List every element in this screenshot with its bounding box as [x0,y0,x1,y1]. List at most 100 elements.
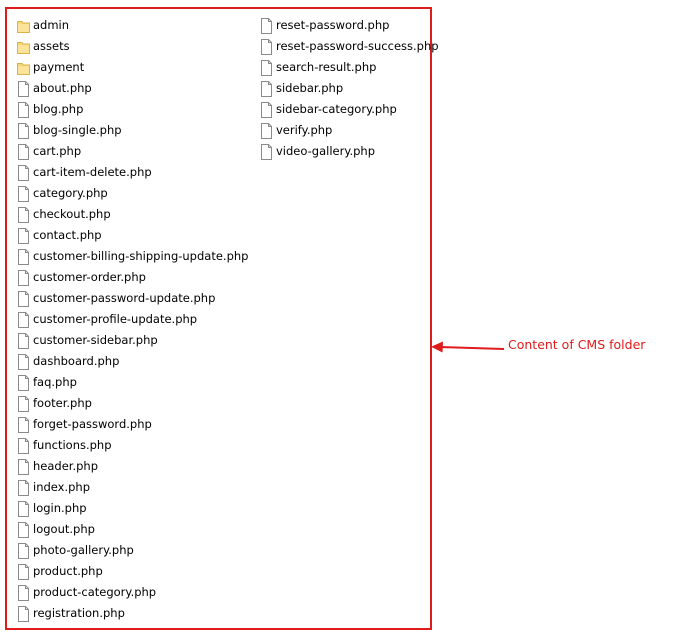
item-label: registration.php [33,606,125,620]
file-icon [17,542,30,559]
file-item-category[interactable]: category.php [17,183,248,204]
item-label: reset-password-success.php [276,39,439,53]
file-item-customer-sidebar[interactable]: customer-sidebar.php [17,330,248,351]
item-label: blog-single.php [33,123,122,137]
file-icon [17,248,30,265]
file-item-sidebar[interactable]: sidebar.php [260,78,439,99]
item-label: customer-billing-shipping-update.php [33,249,249,263]
item-label: product.php [33,564,103,578]
item-label: faq.php [33,375,77,389]
item-label: header.php [33,459,99,473]
file-item-search-result[interactable]: search-result.php [260,57,439,78]
item-label: video-gallery.php [276,144,376,158]
folder-item-payment[interactable]: payment [17,57,248,78]
file-icon [260,143,273,160]
file-icon [260,80,273,97]
file-item-sidebar-category[interactable]: sidebar-category.php [260,99,439,120]
file-icon [17,437,30,454]
file-item-contact[interactable]: contact.php [17,225,248,246]
file-item-faq[interactable]: faq.php [17,372,248,393]
file-icon [260,122,273,139]
folder-item-admin[interactable]: admin [17,15,248,36]
annotation-callout: Content of CMS folder [430,334,674,360]
folder-icon [17,60,30,76]
file-icon [17,374,30,391]
file-item-registration[interactable]: registration.php [17,603,248,624]
item-label: footer.php [33,396,92,410]
file-icon [260,59,273,76]
file-icon [17,584,30,601]
folder-icon [17,18,30,34]
file-item-customer-password-update[interactable]: customer-password-update.php [17,288,248,309]
item-label: logout.php [33,522,95,536]
file-item-about[interactable]: about.php [17,78,248,99]
item-label: about.php [33,81,92,95]
file-item-product-category[interactable]: product-category.php [17,582,248,603]
file-item-product[interactable]: product.php [17,561,248,582]
file-item-index[interactable]: index.php [17,477,248,498]
item-label: payment [33,60,85,74]
file-item-header[interactable]: header.php [17,456,248,477]
item-label: product-category.php [33,585,157,599]
item-label: forget-password.php [33,417,152,431]
file-item-verify[interactable]: verify.php [260,120,439,141]
item-label: cart.php [33,144,82,158]
item-label: checkout.php [33,207,111,221]
file-icon [17,395,30,412]
item-label: contact.php [33,228,102,242]
file-icon [17,101,30,118]
item-label: functions.php [33,438,112,452]
file-list-column-1: admin assets payment about.php blog.php blog-… [17,15,248,624]
file-item-checkout[interactable]: checkout.php [17,204,248,225]
item-label: index.php [33,480,91,494]
item-label: verify.php [276,123,333,137]
file-icon [17,479,30,496]
item-label: customer-password-update.php [33,291,216,305]
file-icon [17,353,30,370]
file-item-photo-gallery[interactable]: photo-gallery.php [17,540,248,561]
file-icon [17,290,30,307]
item-label: assets [33,39,70,53]
file-icon [17,416,30,433]
file-item-logout[interactable]: logout.php [17,519,248,540]
item-label: dashboard.php [33,354,120,368]
file-item-blog[interactable]: blog.php [17,99,248,120]
file-item-footer[interactable]: footer.php [17,393,248,414]
file-icon [17,122,30,139]
item-label: customer-sidebar.php [33,333,158,347]
file-item-cart[interactable]: cart.php [17,141,248,162]
item-label: search-result.php [276,60,377,74]
file-icon [17,605,30,622]
item-label: admin [33,18,70,32]
file-item-customer-billing-shipping-update[interactable]: customer-billing-shipping-update.php [17,246,248,267]
file-icon [17,332,30,349]
file-list-column-2: reset-password.php reset-password-success… [260,15,439,162]
file-icon [260,38,273,55]
item-label: customer-order.php [33,270,146,284]
file-icon [17,164,30,181]
file-icon [17,458,30,475]
file-item-cart-item-delete[interactable]: cart-item-delete.php [17,162,248,183]
file-item-customer-order[interactable]: customer-order.php [17,267,248,288]
file-item-reset-password-success[interactable]: reset-password-success.php [260,36,439,57]
item-label: sidebar-category.php [276,102,397,116]
file-item-functions[interactable]: functions.php [17,435,248,456]
file-icon [260,101,273,118]
item-label: blog.php [33,102,84,116]
file-item-video-gallery[interactable]: video-gallery.php [260,141,439,162]
file-item-blog-single[interactable]: blog-single.php [17,120,248,141]
file-item-reset-password[interactable]: reset-password.php [260,15,439,36]
file-item-customer-profile-update[interactable]: customer-profile-update.php [17,309,248,330]
annotation-label: Content of CMS folder [508,337,646,352]
file-item-dashboard[interactable]: dashboard.php [17,351,248,372]
file-icon [17,80,30,97]
folder-item-assets[interactable]: assets [17,36,248,57]
item-label: login.php [33,501,87,515]
item-label: sidebar.php [276,81,344,95]
item-label: category.php [33,186,108,200]
file-icon [17,563,30,580]
file-item-forget-password[interactable]: forget-password.php [17,414,248,435]
file-item-login[interactable]: login.php [17,498,248,519]
file-icon [260,17,273,34]
file-icon [17,521,30,538]
